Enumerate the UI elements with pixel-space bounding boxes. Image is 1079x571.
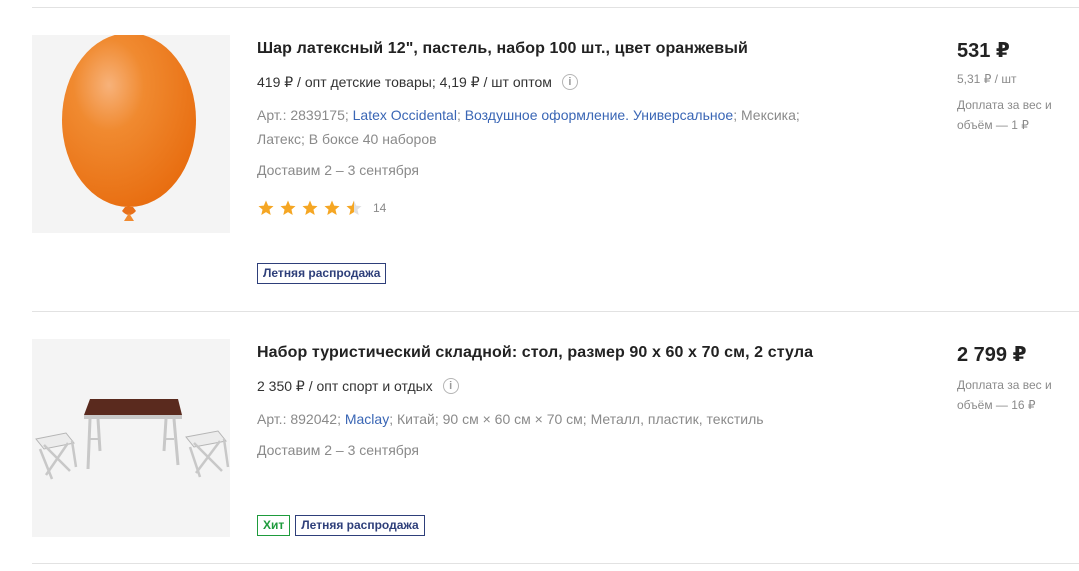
- price-column: 2 799 ₽ Доплата за вес и объём — 16 ₽: [957, 339, 1077, 415]
- rating-count[interactable]: 14: [373, 201, 386, 215]
- rating[interactable]: 14: [257, 199, 897, 217]
- product-card-balloon: Шар латексный 12", пастель, набор 100 шт…: [32, 35, 1079, 295]
- material: Латекс;: [257, 131, 305, 147]
- summer-sale-badge[interactable]: Летняя распродажа: [295, 515, 425, 536]
- info-icon[interactable]: i: [442, 378, 459, 394]
- surcharge: Доплата за вес и объём — 1 ₽: [957, 98, 1052, 132]
- product-image-balloon[interactable]: [32, 35, 230, 233]
- product-attributes: Арт.: 2839175; Latex Occidental; Воздушн…: [257, 107, 800, 147]
- country: Мексика;: [740, 107, 800, 123]
- info-icon[interactable]: i: [561, 74, 578, 90]
- divider: [32, 7, 1079, 8]
- product-attributes: Арт.: 892042; Maclay; Китай; 90 см × 60 …: [257, 411, 764, 427]
- category-link[interactable]: Воздушное оформление. Универсальное: [465, 107, 733, 123]
- pack-info: В боксе 40 наборов: [308, 131, 437, 147]
- brand-link[interactable]: Latex Occidental: [353, 107, 457, 123]
- divider: [32, 563, 1079, 564]
- delivery-date: Доставим 2 – 3 сентября: [257, 162, 420, 178]
- surcharge: Доплата за вес и объём — 16 ₽: [957, 378, 1052, 412]
- product-title[interactable]: Набор туристический складной: стол, разм…: [257, 343, 897, 363]
- wholesale-price-text: 419 ₽ / опт детские товары; 4,19 ₽ / шт …: [257, 74, 552, 90]
- badges: Летняя распродажа: [257, 263, 391, 284]
- article-number: Арт.: 2839175;: [257, 107, 349, 123]
- half-star-icon: [346, 200, 362, 215]
- badges: Хит Летняя распродажа: [257, 515, 430, 536]
- delivery-date: Доставим 2 – 3 сентября: [257, 442, 420, 458]
- country: Китай;: [396, 411, 439, 427]
- product-title[interactable]: Шар латексный 12", пастель, набор 100 шт…: [257, 39, 897, 59]
- wholesale-price: 419 ₽ / опт детские товары; 4,19 ₽ / шт …: [257, 73, 897, 91]
- star-icon: [324, 200, 340, 215]
- price: 531 ₽: [957, 40, 1010, 62]
- star-icon: [258, 200, 274, 215]
- summer-sale-badge[interactable]: Летняя распродажа: [257, 263, 387, 284]
- price-column: 531 ₽ 5,31 ₽ / шт Доплата за вес и объём…: [957, 35, 1077, 135]
- product-card-camping-set: Набор туристический складной: стол, разм…: [32, 339, 1079, 539]
- camping-table-image: [35, 399, 230, 480]
- divider: [32, 311, 1079, 312]
- material: Металл, пластик, текстиль: [590, 411, 764, 427]
- product-info: Шар латексный 12", пастель, набор 100 шт…: [257, 35, 897, 217]
- article-number: Арт.: 892042;: [257, 411, 341, 427]
- size: 90 см × 60 см × 70 см;: [442, 411, 587, 427]
- product-image-camping-set[interactable]: [32, 339, 230, 537]
- product-list: Шар латексный 12", пастель, набор 100 шт…: [0, 0, 1079, 571]
- wholesale-price: 2 350 ₽ / опт спорт и отдых i: [257, 377, 897, 395]
- star-icon: [302, 200, 318, 215]
- product-info: Набор туристический складной: стол, разм…: [257, 339, 897, 459]
- star-icon: [280, 200, 296, 215]
- hit-badge[interactable]: Хит: [257, 515, 291, 536]
- brand-link[interactable]: Maclay: [345, 411, 389, 427]
- price: 2 799 ₽: [957, 344, 1027, 366]
- unit-price: 5,31 ₽ / шт: [957, 72, 1017, 86]
- wholesale-price-text: 2 350 ₽ / опт спорт и отдых: [257, 378, 433, 394]
- balloon-image: [62, 35, 196, 221]
